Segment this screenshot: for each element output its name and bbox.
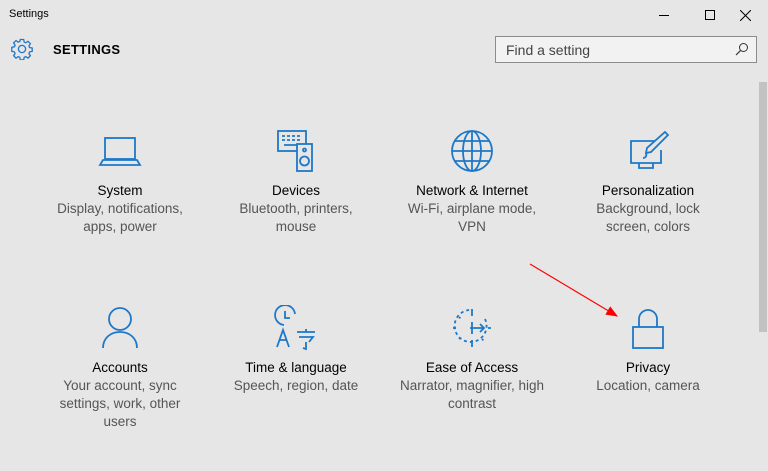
page-title: SETTINGS: [53, 42, 121, 57]
lock-icon: [632, 309, 664, 349]
minimize-icon: [659, 15, 669, 16]
search-box[interactable]: [495, 36, 757, 63]
tile-description: Your account, sync settings, work, other…: [59, 378, 181, 429]
tile-name: Privacy: [625, 360, 671, 375]
tile-name: Accounts: [92, 360, 148, 375]
close-button[interactable]: [722, 0, 768, 30]
paint-icon: [630, 130, 670, 169]
tile-personalization[interactable]: Personalization Background, lock screen,…: [573, 128, 723, 236]
tile-description: Background, lock screen, colors: [596, 201, 700, 234]
tile-description: Wi-Fi, airplane mode, VPN: [407, 201, 537, 234]
tile-description: Narrator, magnifier, high contrast: [399, 378, 545, 411]
ease-of-access-icon: [453, 309, 491, 347]
tile-accounts[interactable]: Accounts Your account, sync settings, wo…: [45, 305, 195, 431]
tile-name: System: [97, 183, 143, 198]
minimize-button[interactable]: [641, 0, 687, 30]
tile-devices[interactable]: Devices Bluetooth, printers, mouse: [221, 128, 371, 236]
tile-description: Speech, region, date: [233, 378, 359, 393]
tile-name: Personalization: [601, 183, 695, 198]
title-bar[interactable]: Settings: [0, 0, 768, 30]
tile-description: Display, notifications, apps, power: [57, 201, 183, 234]
time-language-icon: [274, 305, 315, 351]
person-icon: [102, 307, 138, 349]
tile-network-internet[interactable]: Network & Internet Wi-Fi, airplane mode,…: [397, 128, 547, 236]
tile-name: Network & Internet: [416, 183, 528, 198]
maximize-icon: [705, 10, 715, 20]
close-icon: [739, 9, 751, 21]
window-title: Settings: [9, 8, 49, 20]
tile-description: Location, camera: [596, 378, 700, 393]
search-icon[interactable]: [735, 42, 749, 56]
tile-name: Devices: [271, 183, 320, 198]
settings-header: SETTINGS: [0, 30, 768, 70]
tile-ease-of-access[interactable]: Ease of Access Narrator, magnifier, high…: [397, 305, 547, 413]
tile-privacy[interactable]: Privacy Location, camera: [573, 305, 723, 395]
scrollbar[interactable]: [756, 78, 768, 471]
search-input[interactable]: [496, 37, 726, 62]
tile-system[interactable]: System Display, notifications, apps, pow…: [45, 128, 195, 236]
gear-icon: [11, 38, 33, 60]
tile-name: Time & language: [245, 360, 347, 375]
tile-time-language[interactable]: Time & language Speech, region, date: [221, 305, 371, 395]
scrollbar-thumb[interactable]: [759, 82, 767, 332]
settings-window: Settings SETTINGS Find a setting System …: [0, 0, 768, 471]
globe-icon: [451, 130, 493, 172]
devices-icon: [277, 130, 313, 172]
tile-description: Bluetooth, printers, mouse: [239, 201, 353, 234]
tile-name: Ease of Access: [425, 360, 519, 375]
laptop-icon: [98, 137, 142, 166]
